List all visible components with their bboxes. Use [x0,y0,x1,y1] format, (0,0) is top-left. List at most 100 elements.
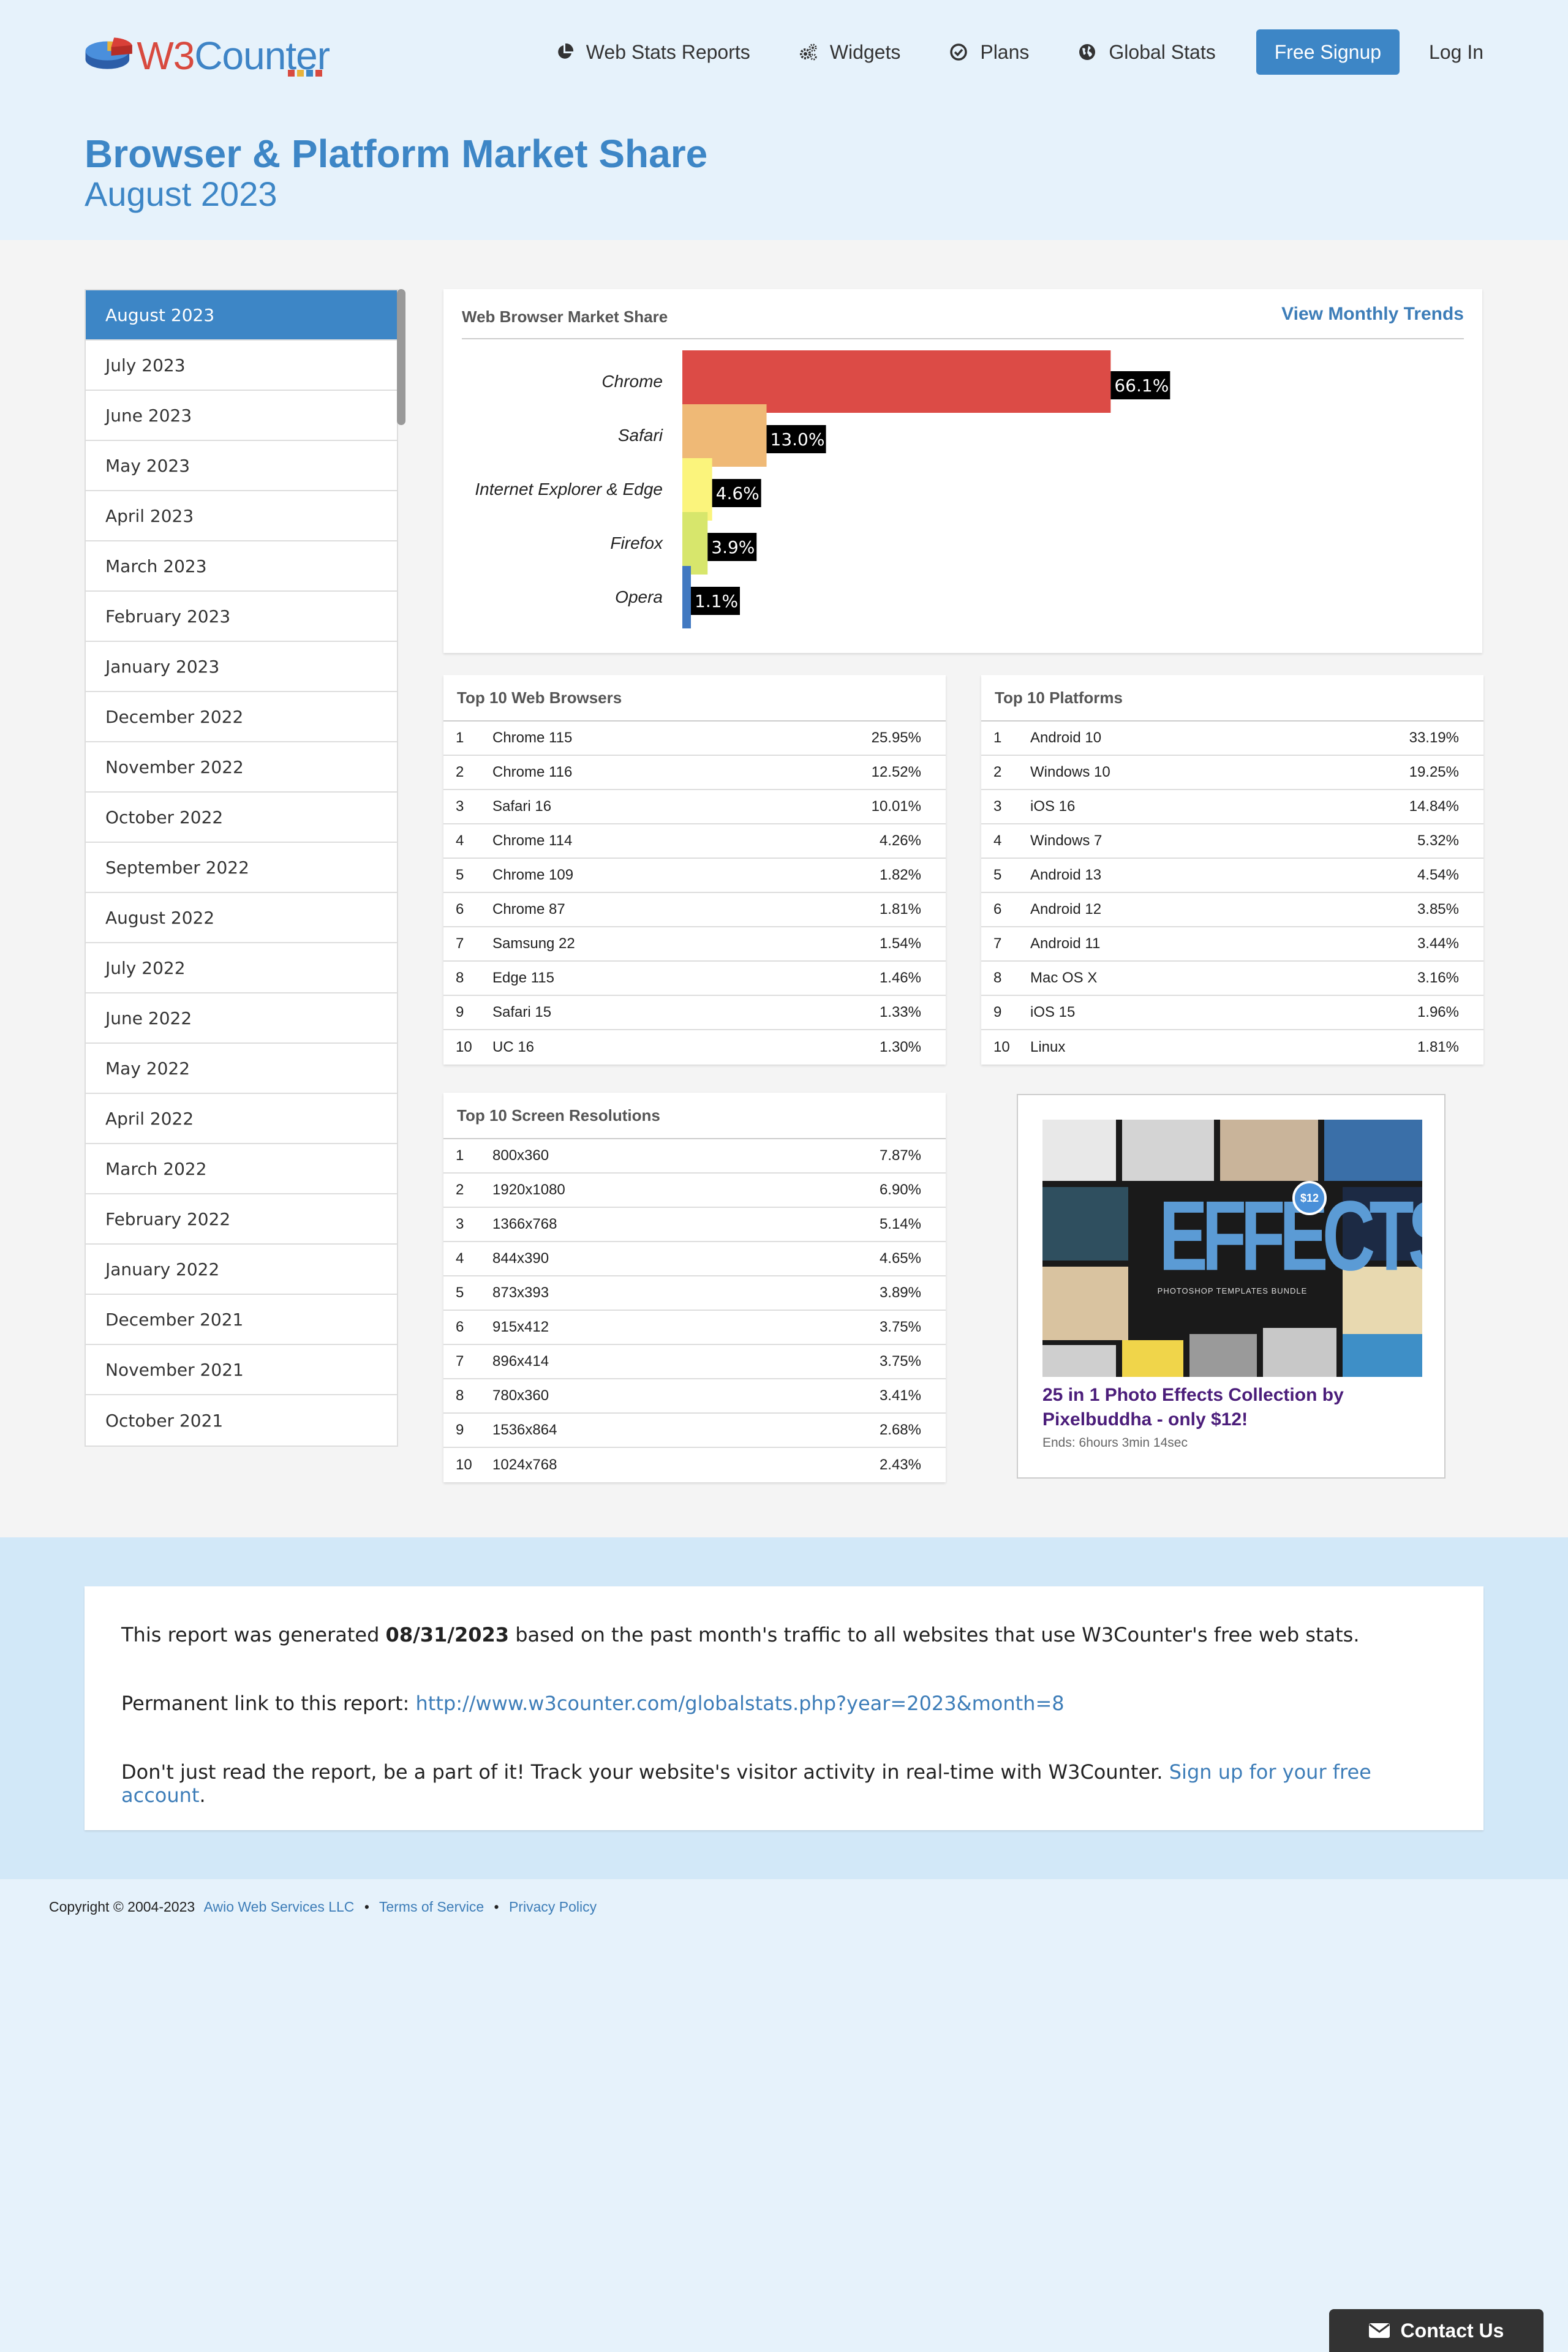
sidebar-month-item[interactable]: February 2022 [86,1194,397,1245]
table-title: Top 10 Platforms [981,675,1483,722]
company-link[interactable]: Awio Web Services LLC [204,1899,355,1915]
sidebar-month-item[interactable]: June 2023 [86,391,397,441]
table-rank: 9 [456,1004,464,1020]
table-value: 1.46% [879,970,921,986]
table-name: Chrome 114 [492,832,573,849]
nav-plans[interactable]: Plans [949,41,1029,64]
sidebar-month-item[interactable]: January 2022 [86,1245,397,1295]
nav-web-stats-reports[interactable]: Web Stats Reports [556,41,750,64]
table-rank: 9 [456,1422,464,1438]
sidebar-month-item[interactable]: May 2023 [86,441,397,491]
ad-title-link[interactable]: 25 in 1 Photo Effects Collection by Pixe… [1042,1383,1422,1432]
table-name: Android 10 [1030,729,1102,746]
sidebar-month-item[interactable]: August 2023 [86,290,397,341]
table-value: 1.30% [879,1039,921,1055]
table-row: 9 iOS 15 1.96% [981,996,1483,1030]
table-row: 8 Mac OS X 3.16% [981,962,1483,996]
table-name: 873x393 [492,1284,549,1301]
sidebar-month-item[interactable]: April 2022 [86,1094,397,1144]
table-name: iOS 16 [1030,798,1076,815]
table-row: 5 873x393 3.89% [443,1276,946,1311]
table-name: 780x360 [492,1387,549,1404]
chart-category-label: Opera [615,587,663,606]
chart-title: Web Browser Market Share [462,307,668,326]
sidebar-month-item[interactable]: November 2022 [86,742,397,793]
free-signup-button[interactable]: Free Signup [1256,29,1400,75]
w3counter-logo[interactable]: W3Counter [85,26,330,81]
logo-pie-icon [85,37,132,69]
sidebar-month-item[interactable]: March 2023 [86,541,397,592]
table-rank: 5 [993,867,1002,883]
table-rank: 2 [993,764,1002,780]
nav-widgets[interactable]: Widgets [799,41,900,64]
top-platforms-table: Top 10 Platforms 1 Android 10 33.19% 2 Window… [981,675,1483,1065]
nav-global-stats[interactable]: Global Stats [1078,41,1216,64]
sidebar-scrollbar[interactable] [397,289,405,425]
table-rank: 5 [456,1284,464,1301]
footer-separator: • [494,1899,499,1915]
table-value: 5.14% [879,1216,921,1232]
signup-cta-line: Don't just read the report, be a part of… [121,1760,1371,1807]
table-name: 1024x768 [492,1457,557,1473]
table-rank: 7 [456,1353,464,1370]
sidebar-month-item[interactable]: October 2021 [86,1395,397,1446]
table-rank: 6 [456,1319,464,1335]
login-link[interactable]: Log In [1429,41,1483,64]
chart-bar [682,512,708,575]
sidebar-month-item[interactable]: September 2022 [86,843,397,893]
contact-us-button[interactable]: Contact Us [1329,2309,1544,2352]
table-name: iOS 15 [1030,1004,1076,1020]
table-row: 8 Edge 115 1.46% [443,962,946,996]
month-list: August 2023 July 2023 June 2023 May 2023 Apr… [85,289,398,1447]
ad-image[interactable]: EFFECTS PHOTOSHOP TEMPLATES BUNDLE $12 [1042,1120,1422,1377]
sidebar-month-item[interactable]: May 2022 [86,1044,397,1094]
chart-bar [682,566,691,628]
permanent-report-link[interactable]: http://www.w3counter.com/globalstats.php… [416,1692,1065,1715]
browser-share-chart: Chrome 66.1% Safari 13.0% Internet Explorer … [475,350,1170,628]
sidebar-month-item[interactable]: July 2022 [86,943,397,993]
table-row: 5 Chrome 109 1.82% [443,859,946,893]
table-rank: 1 [456,729,464,746]
table-value: 6.90% [879,1182,921,1198]
table-rank: 10 [993,1039,1010,1055]
table-rank: 7 [456,935,464,952]
table-value: 3.41% [879,1387,921,1404]
table-row: 10 1024x768 2.43% [443,1448,946,1482]
view-monthly-trends-link[interactable]: View Monthly Trends [1281,304,1464,325]
table-row: 1 Android 10 33.19% [981,722,1483,756]
table-name: 800x360 [492,1147,549,1164]
table-row: 10 UC 16 1.30% [443,1030,946,1065]
sidebar-month-item[interactable]: April 2023 [86,491,397,541]
table-value: 12.52% [871,764,921,780]
table-rank: 2 [456,764,464,780]
copyright-text: Copyright © 2004-2023 [49,1899,195,1915]
sidebar-month-item[interactable]: November 2021 [86,1345,397,1395]
ad-price-badge: $12 [1292,1181,1327,1215]
gears-icon [799,43,817,61]
sidebar-month-item[interactable]: June 2022 [86,993,397,1044]
table-rank: 10 [456,1457,472,1473]
sidebar-month-item[interactable]: August 2022 [86,893,397,943]
table-value: 4.65% [879,1250,921,1267]
table-name: Chrome 115 [492,729,573,746]
table-rank: 2 [456,1182,464,1198]
sidebar-month-item[interactable]: February 2023 [86,592,397,642]
sidebar-month-item[interactable]: January 2023 [86,642,397,692]
table-rank: 9 [993,1004,1002,1020]
sidebar-month-item[interactable]: December 2022 [86,692,397,742]
terms-link[interactable]: Terms of Service [379,1899,484,1915]
table-row: 6 915x412 3.75% [443,1311,946,1345]
table-name: Chrome 87 [492,901,565,918]
table-value: 14.84% [1409,798,1459,815]
table-rank: 1 [456,1147,464,1164]
sidebar-month-item[interactable]: July 2023 [86,341,397,391]
table-row: 9 1536x864 2.68% [443,1414,946,1448]
table-row: 1 800x360 7.87% [443,1139,946,1174]
sidebar-month-item[interactable]: December 2021 [86,1295,397,1345]
pie-chart-icon [558,43,573,59]
table-value: 4.26% [879,832,921,849]
site-header: W3Counter Web Stats Reports Widgets Plan… [0,0,1568,240]
sidebar-month-item[interactable]: October 2022 [86,793,397,843]
sidebar-month-item[interactable]: March 2022 [86,1144,397,1194]
privacy-link[interactable]: Privacy Policy [509,1899,597,1915]
